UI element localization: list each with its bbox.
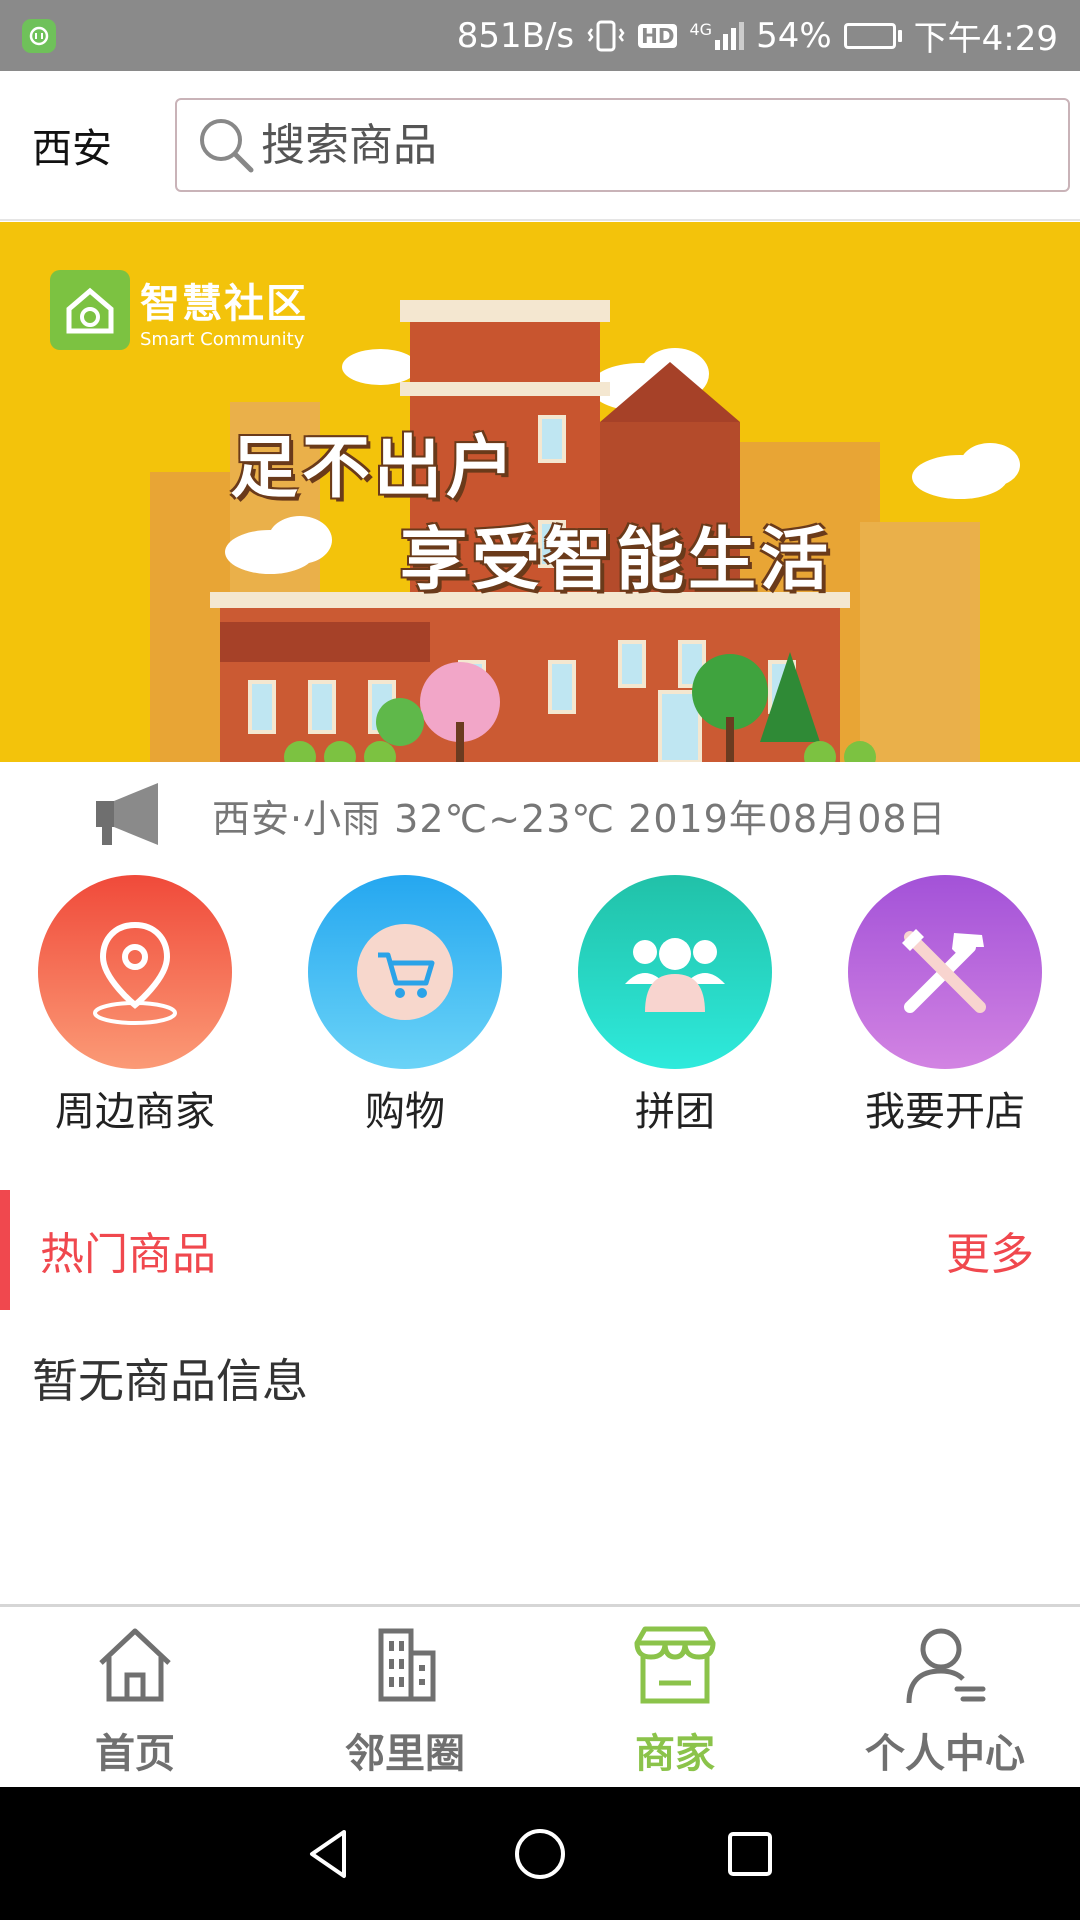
nav-label: 个人中心 <box>865 1731 1025 1777</box>
back-icon[interactable] <box>300 1824 360 1884</box>
system-nav-bar <box>0 1787 1080 1920</box>
storefront-icon <box>540 1619 810 1711</box>
quick-label: 拼团 <box>635 1089 715 1135</box>
city-selector[interactable]: 西安 <box>0 116 175 174</box>
user-icon <box>810 1619 1080 1711</box>
nav-label: 商家 <box>635 1731 715 1777</box>
bottom-nav: 首页 邻里圈 商家 个人中心 <box>0 1604 1080 1787</box>
weather-text: 西安·小雨 32℃~23℃ 2019年08月08日 <box>212 796 947 841</box>
app-notification-icon <box>22 18 56 53</box>
quick-nearby-merchants[interactable]: 周边商家 <box>0 875 270 1137</box>
banner-slogan-line2: 享受智能生活 <box>400 521 833 600</box>
nav-home[interactable]: 首页 <box>0 1607 270 1787</box>
quick-label: 我要开店 <box>865 1089 1025 1135</box>
quick-open-store[interactable]: 我要开店 <box>810 875 1080 1137</box>
more-link[interactable]: 更多 <box>946 1218 1034 1282</box>
search-input[interactable] <box>261 119 1041 171</box>
quick-label: 周边商家 <box>55 1089 215 1135</box>
search-header: 西安 <box>0 71 1080 221</box>
empty-goods-message: 暂无商品信息 <box>32 1354 308 1408</box>
nav-profile[interactable]: 个人中心 <box>810 1607 1080 1787</box>
nav-label: 首页 <box>95 1731 175 1777</box>
quick-shopping[interactable]: 购物 <box>270 875 540 1137</box>
group-icon <box>578 875 772 1069</box>
home-icon <box>0 1619 270 1711</box>
clock: 下午4:29 <box>913 19 1058 59</box>
building-icon <box>270 1619 540 1711</box>
battery-percent: 54% <box>756 15 832 56</box>
logo-text-en: Smart Community <box>140 328 305 350</box>
status-bar: 851B/s HD 4G 54% 下午4:29 <box>0 0 1080 71</box>
hd-badge: HD <box>638 23 678 48</box>
recents-icon[interactable] <box>720 1824 780 1884</box>
smart-community-logo: 智慧社区 Smart Community <box>50 270 308 350</box>
nav-merchants[interactable]: 商家 <box>540 1607 810 1787</box>
app-screen: 851B/s HD 4G 54% 下午4:29 西安 搜索商品 智慧社区 Sma… <box>0 0 1080 1920</box>
home-circle-icon[interactable] <box>510 1824 570 1884</box>
nav-label: 邻里圈 <box>345 1731 465 1777</box>
hot-goods-title: 热门商品 <box>40 1229 216 1280</box>
house-logo-icon <box>50 270 130 350</box>
section-accent-bar <box>0 1190 10 1310</box>
weather-notice: 西安·小雨 32℃~23℃ 2019年08月08日 <box>0 770 1080 860</box>
net-speed: 851B/s <box>456 15 575 56</box>
logo-text-cn: 智慧社区 <box>140 280 308 327</box>
megaphone-icon <box>96 783 158 845</box>
hot-goods-header: 热门商品 更多 <box>0 1190 1080 1310</box>
search-icon <box>200 119 254 173</box>
vibrate-icon <box>587 20 625 51</box>
banner-slogan-line1: 足不出户 <box>230 429 519 508</box>
quick-menu: 周边商家 购物 拼团 我要开店 <box>0 875 1080 1135</box>
shopping-cart-icon <box>308 875 502 1069</box>
signal-icon: 4G <box>689 21 745 50</box>
tools-icon <box>848 875 1042 1069</box>
promo-banner[interactable]: 智慧社区 Smart Community 足不出户 享受智能生活 <box>0 222 1080 762</box>
battery-icon <box>843 22 902 49</box>
quick-label: 购物 <box>365 1089 445 1135</box>
nav-neighborhood[interactable]: 邻里圈 <box>270 1607 540 1787</box>
quick-group-buy[interactable]: 拼团 <box>540 875 810 1137</box>
location-pin-icon <box>38 875 232 1069</box>
search-box[interactable] <box>175 98 1070 192</box>
